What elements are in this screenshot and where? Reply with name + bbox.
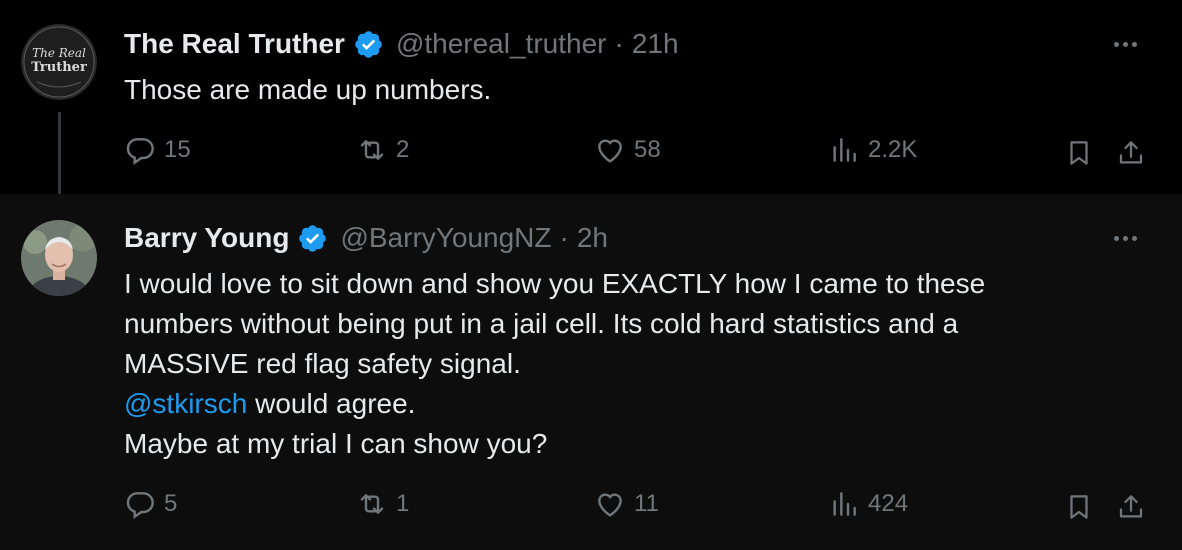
view-count: 2.2K	[868, 136, 918, 163]
share-icon	[1119, 141, 1143, 164]
tweet-header: The Real Truther @thereal_truther · 21h	[124, 28, 679, 60]
avatar[interactable]: The Real Truther	[21, 24, 97, 100]
like-count: 11	[634, 490, 659, 517]
view-count: 424	[868, 490, 909, 517]
like-icon	[598, 139, 622, 163]
views-button[interactable]: 2.2K	[828, 134, 917, 166]
action-bar: 15 2 58 2.2K	[0, 134, 1182, 174]
views-button[interactable]: 424	[828, 488, 908, 520]
retweet-icon	[360, 140, 384, 160]
separator: ·	[614, 28, 624, 59]
retweet-count: 2	[396, 136, 410, 163]
reply-button[interactable]: 15	[124, 134, 191, 166]
bookmark-icon	[1070, 495, 1088, 519]
display-name[interactable]: The Real Truther	[124, 28, 345, 60]
separator: ·	[559, 222, 569, 253]
avatar[interactable]	[21, 220, 97, 296]
share-icon	[1119, 495, 1143, 518]
verified-badge-icon	[299, 224, 327, 252]
bookmark-button[interactable]	[1064, 492, 1094, 527]
retweet-count: 1	[396, 490, 410, 517]
handle[interactable]: @BarryYoungNZ	[340, 222, 551, 254]
like-icon	[598, 493, 622, 517]
tweet-reply[interactable]: Barry Young @BarryYoungNZ · 2h I would l…	[0, 194, 1182, 550]
like-count: 58	[634, 136, 661, 163]
reply-icon	[126, 492, 154, 519]
tweet-header: Barry Young @BarryYoungNZ · 2h	[124, 222, 608, 254]
tweet-text: I would love to sit down and show you EX…	[124, 264, 1124, 464]
avatar-text-line1: The Real	[32, 46, 86, 60]
reply-count: 15	[164, 136, 191, 163]
reply-count: 5	[164, 490, 178, 517]
views-icon	[833, 492, 856, 516]
tweet-text-line: I would love to sit down and show you EX…	[124, 268, 986, 299]
timestamp[interactable]: 2h	[577, 222, 608, 254]
tweet-text-line: Those are made up numbers.	[124, 74, 492, 105]
reply-icon	[126, 138, 154, 165]
more-icon[interactable]	[1114, 236, 1137, 241]
retweet-button[interactable]: 1	[356, 488, 409, 520]
avatar-text-line2: Truther	[31, 60, 87, 75]
like-button[interactable]: 58	[594, 134, 661, 166]
tweet-text-line: MASSIVE red flag safety signal.	[124, 348, 521, 379]
tweet-text-line: Maybe at my trial I can show you?	[124, 428, 548, 459]
reply-button[interactable]: 5	[124, 488, 177, 520]
tweet-text-line-mention: @stkirsch would agree.	[124, 384, 1124, 424]
tweet-parent[interactable]: The Real Truther The Real Truther @there…	[0, 0, 1182, 208]
bookmark-button[interactable]	[1064, 138, 1094, 173]
more-icon[interactable]	[1114, 42, 1137, 47]
mention-link[interactable]: @stkirsch	[124, 388, 247, 419]
share-button[interactable]	[1116, 138, 1146, 173]
views-icon	[833, 138, 856, 162]
share-button[interactable]	[1116, 492, 1146, 527]
mention-suffix: would agree.	[247, 388, 416, 419]
handle[interactable]: @thereal_truther	[396, 28, 607, 60]
timestamp[interactable]: 21h	[632, 28, 679, 60]
tweet-text: Those are made up numbers.	[124, 70, 1124, 110]
verified-badge-icon	[355, 30, 382, 58]
action-bar: 5 1 11 424	[0, 488, 1182, 528]
retweet-icon	[360, 494, 384, 514]
like-button[interactable]: 11	[594, 488, 659, 520]
retweet-button[interactable]: 2	[356, 134, 409, 166]
display-name[interactable]: Barry Young	[124, 222, 289, 254]
tweet-text-line: numbers without being put in a jail cell…	[124, 308, 959, 339]
bookmark-icon	[1070, 141, 1088, 165]
